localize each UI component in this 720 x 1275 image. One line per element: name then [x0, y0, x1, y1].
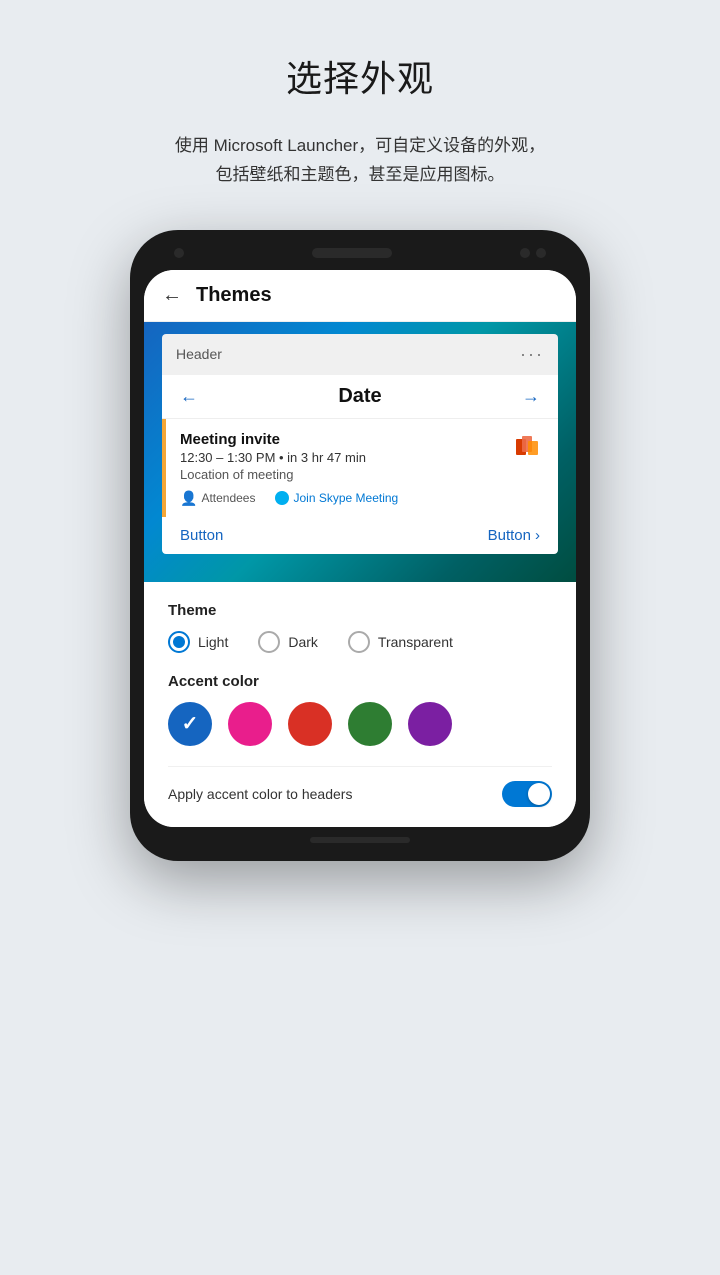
skype-link[interactable]: Join Skype Meeting	[275, 491, 398, 505]
skype-label: Join Skype Meeting	[293, 491, 398, 505]
meeting-links: 👤 Attendees Join Skype Meeting	[180, 490, 544, 507]
accent-color-blue[interactable]	[168, 702, 212, 746]
theme-option-light[interactable]: Light	[168, 631, 228, 653]
card-header-text: Header	[176, 346, 222, 362]
page-subtitle: 使用 Microsoft Launcher，可自定义设备的外观，包括壁纸和主题色…	[175, 132, 545, 190]
phone-top-bar	[144, 248, 576, 270]
card-more-options-icon[interactable]: ···	[520, 344, 544, 365]
accent-color-green[interactable]	[348, 702, 392, 746]
skype-icon	[275, 491, 289, 505]
apply-accent-toggle[interactable]	[502, 781, 552, 807]
meeting-card: Meeting invite 12:30 – 1:30 PM • in 3 hr…	[162, 419, 558, 517]
office365-logo	[514, 433, 542, 461]
meeting-time: 12:30 – 1:30 PM • in 3 hr 47 min	[180, 450, 512, 465]
date-next-arrow-icon[interactable]: →	[522, 386, 540, 407]
card-button-left[interactable]: Button	[180, 527, 223, 544]
meeting-location: Location of meeting	[180, 467, 512, 482]
phone-screen: ← Themes Header ··· ← Date → Meetin	[144, 270, 576, 827]
radio-transparent[interactable]	[348, 631, 370, 653]
themes-header: ← Themes	[144, 270, 576, 322]
phone-cameras-right	[520, 248, 546, 258]
apply-accent-row: Apply accent color to headers	[168, 766, 552, 811]
wallpaper-area: Header ··· ← Date → Meeting invite 12:30…	[144, 322, 576, 582]
card-button-right[interactable]: Button ›	[488, 527, 540, 544]
date-prev-arrow-icon[interactable]: ←	[180, 386, 198, 407]
card-buttons: Button Button ›	[162, 517, 558, 554]
back-arrow-icon[interactable]: ←	[162, 284, 182, 307]
accent-color-orange-red[interactable]	[288, 702, 332, 746]
phone-camera-dot-2	[536, 248, 546, 258]
theme-option-dark[interactable]: Dark	[258, 631, 318, 653]
accent-color-pink[interactable]	[228, 702, 272, 746]
phone-shell: ← Themes Header ··· ← Date → Meetin	[130, 230, 590, 861]
card-date-label: Date	[338, 385, 381, 408]
page-title: 选择外观	[286, 50, 434, 102]
settings-area: Theme Light Dark Transparent	[144, 582, 576, 827]
theme-option-transparent[interactable]: Transparent	[348, 631, 453, 653]
theme-dark-label: Dark	[288, 634, 318, 650]
theme-section-title: Theme	[168, 602, 552, 619]
accent-section-title: Accent color	[168, 673, 552, 690]
apply-accent-label: Apply accent color to headers	[168, 786, 352, 802]
phone-speaker	[312, 248, 392, 258]
calendar-card-wrapper: Header ··· ← Date → Meeting invite 12:30…	[162, 334, 558, 554]
card-header-bar: Header ···	[162, 334, 558, 375]
attendees-link[interactable]: 👤 Attendees	[180, 490, 255, 507]
phone-camera-left	[174, 248, 184, 258]
accent-color-purple[interactable]	[408, 702, 452, 746]
theme-light-label: Light	[198, 634, 228, 650]
card-date-nav: ← Date →	[162, 375, 558, 419]
person-icon: 👤	[180, 490, 197, 507]
meeting-title: Meeting invite	[180, 431, 512, 448]
theme-options: Light Dark Transparent	[168, 631, 552, 653]
radio-dark[interactable]	[258, 631, 280, 653]
radio-light-inner	[173, 636, 185, 648]
office-icon	[512, 431, 544, 463]
themes-screen-title: Themes	[196, 284, 272, 307]
accent-section: Accent color	[168, 673, 552, 746]
accent-colors	[168, 702, 552, 746]
toggle-knob	[528, 783, 550, 805]
attendees-label: Attendees	[201, 491, 255, 505]
phone-bottom-bar	[310, 837, 410, 843]
theme-transparent-label: Transparent	[378, 634, 453, 650]
phone-camera-dot-1	[520, 248, 530, 258]
theme-section: Theme Light Dark Transparent	[168, 602, 552, 653]
radio-light[interactable]	[168, 631, 190, 653]
